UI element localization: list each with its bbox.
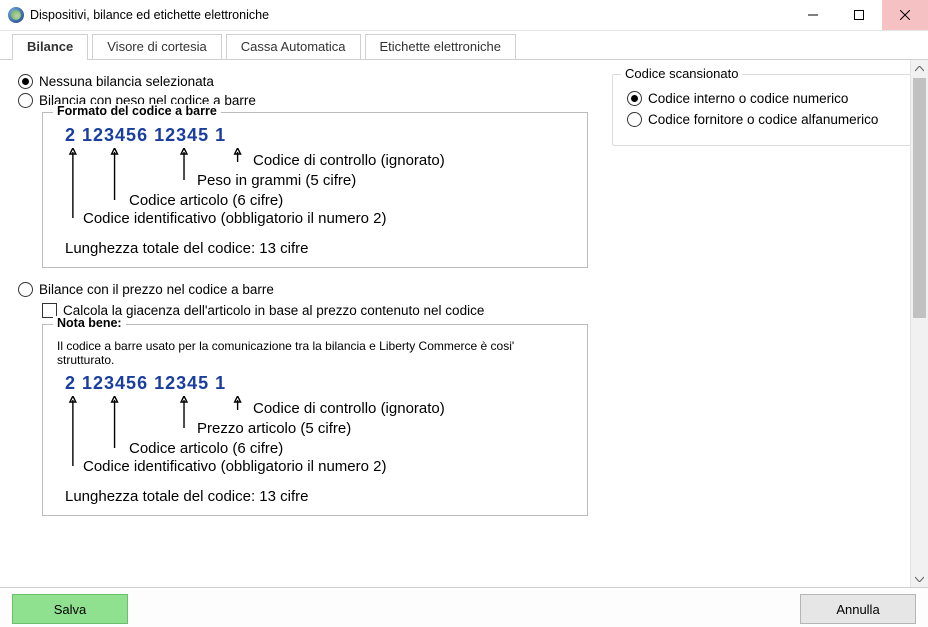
tab-bilance[interactable]: Bilance	[12, 34, 88, 59]
radio-internal-label: Codice interno o codice numerico	[648, 91, 848, 106]
scroll-up-button[interactable]	[911, 60, 928, 77]
radio-internal[interactable]	[627, 91, 642, 106]
window-title: Dispositivi, bilance ed etichette elettr…	[30, 8, 269, 22]
titlebar: Dispositivi, bilance ed etichette elettr…	[0, 0, 928, 31]
barcode-digits-price: 2 123456 12345 1	[65, 373, 573, 394]
radio-vendor[interactable]	[627, 112, 642, 127]
scanned-code-group: Codice scansionato Codice interno o codi…	[612, 74, 910, 146]
barcode-note-legend: Nota bene:	[53, 316, 126, 330]
maximize-icon	[854, 10, 864, 20]
close-button[interactable]	[882, 0, 928, 30]
label-article-price: Codice articolo (6 cifre)	[129, 440, 283, 457]
barcode-format-legend: Formato del codice a barre	[53, 104, 221, 118]
label-control-weight: Codice di controllo (ignorato)	[253, 152, 445, 169]
label-price: Prezzo articolo (5 cifre)	[197, 420, 351, 437]
barcode-format-box: Formato del codice a barre 2 123456 1234…	[42, 112, 588, 268]
label-article-weight: Codice articolo (6 cifre)	[129, 192, 283, 209]
label-length-price: Lunghezza totale del codice: 13 cifre	[65, 488, 573, 505]
scroll-down-button[interactable]	[911, 570, 928, 587]
barcode-note-box: Nota bene: Il codice a barre usato per l…	[42, 324, 588, 516]
app-icon	[8, 7, 24, 23]
tab-content: Nessuna bilancia selezionata Bilancia co…	[0, 60, 910, 587]
tab-etichette[interactable]: Etichette elettroniche	[365, 34, 516, 59]
chevron-up-icon	[915, 66, 924, 72]
chevron-down-icon	[915, 576, 924, 582]
scanned-code-label: Codice scansionato	[621, 66, 742, 81]
radio-none-row[interactable]: Nessuna bilancia selezionata	[18, 74, 588, 89]
radio-price[interactable]	[18, 282, 33, 297]
label-control-price: Codice di controllo (ignorato)	[253, 400, 445, 417]
tab-row: Bilance Visore di cortesia Cassa Automat…	[0, 31, 928, 60]
scroll-thumb[interactable]	[913, 78, 926, 318]
label-id-weight: Codice identificativo (obbligatorio il n…	[83, 210, 387, 227]
label-weight: Peso in grammi (5 cifre)	[197, 172, 356, 189]
radio-price-row[interactable]: Bilance con il prezzo nel codice a barre	[18, 282, 588, 297]
radio-none[interactable]	[18, 74, 33, 89]
tab-cassa[interactable]: Cassa Automatica	[226, 34, 361, 59]
radio-price-label: Bilance con il prezzo nel codice a barre	[39, 282, 274, 297]
footer: Salva Annulla	[0, 587, 928, 627]
barcode-digits-weight: 2 123456 12345 1	[65, 125, 573, 146]
vertical-scrollbar[interactable]	[910, 60, 928, 587]
minimize-button[interactable]	[790, 0, 836, 30]
client-area: Nessuna bilancia selezionata Bilancia co…	[0, 60, 928, 587]
left-column: Nessuna bilancia selezionata Bilancia co…	[18, 70, 588, 577]
label-id-price: Codice identificativo (obbligatorio il n…	[83, 458, 387, 475]
maximize-button[interactable]	[836, 0, 882, 30]
label-length-weight: Lunghezza totale del codice: 13 cifre	[65, 240, 573, 257]
radio-vendor-label: Codice fornitore o codice alfanumerico	[648, 112, 878, 127]
minimize-icon	[808, 10, 818, 20]
close-icon	[900, 10, 910, 20]
save-button[interactable]: Salva	[12, 594, 128, 624]
radio-internal-row[interactable]: Codice interno o codice numerico	[627, 91, 897, 106]
right-column: Codice scansionato Codice interno o codi…	[612, 70, 910, 577]
check-calc-label: Calcola la giacenza dell'articolo in bas…	[63, 303, 484, 318]
radio-vendor-row[interactable]: Codice fornitore o codice alfanumerico	[627, 112, 897, 127]
radio-none-label: Nessuna bilancia selezionata	[39, 74, 214, 89]
tab-visore[interactable]: Visore di cortesia	[92, 34, 221, 59]
barcode-note-text: Il codice a barre usato per la comunicaz…	[57, 339, 573, 367]
cancel-button[interactable]: Annulla	[800, 594, 916, 624]
radio-weight[interactable]	[18, 93, 33, 108]
